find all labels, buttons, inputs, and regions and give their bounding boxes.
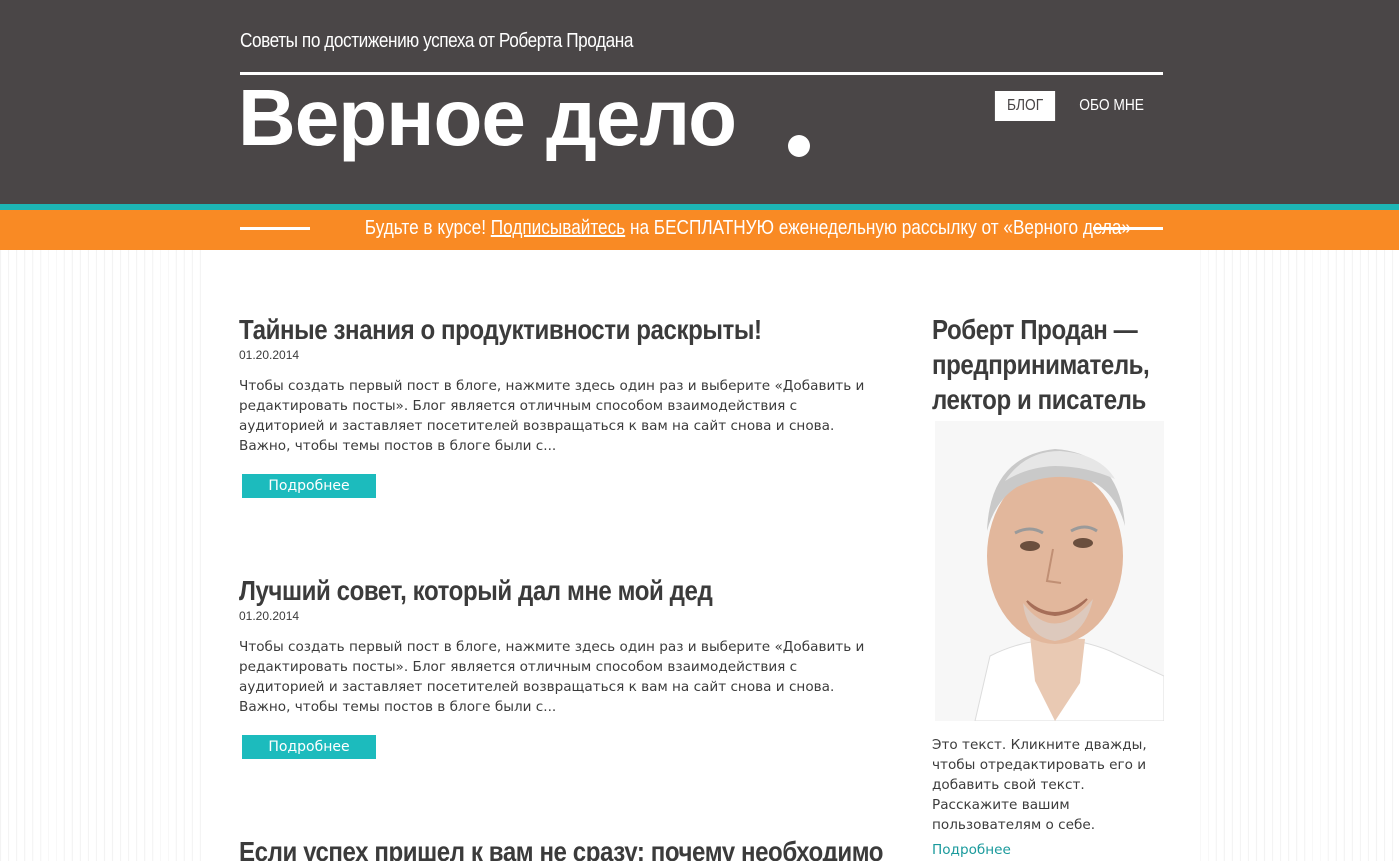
main-nav: БЛОГ ОБО МНЕ [990,91,1163,121]
post-title[interactable]: Тайные знания о продуктивности раскрыты! [239,314,781,346]
blog-post: Если успех пришел к вам не сразу: почему… [239,836,884,861]
site-title[interactable]: Верное дело [238,78,737,158]
post-date: 01.20.2014 [239,348,300,362]
nav-item-about[interactable]: ОБО МНЕ [1067,91,1156,121]
sidebar-more-link[interactable]: Подробнее [932,842,1166,858]
blog-post: Тайные знания о продуктивности раскрыты!… [239,314,869,498]
post-excerpt: Чтобы создать первый пост в блоге, нажми… [239,639,865,715]
post-title[interactable]: Лучший совет, который дал мне мой дед [239,575,781,607]
banner-line-right [1093,227,1163,230]
author-sidebar: Роберт Продан — предприниматель, лектор … [932,312,1166,858]
sidebar-text: Это текст. Кликните дважды, чтобы отреда… [932,737,1147,833]
banner-text-before: Будьте в курсе! [364,217,491,239]
author-portrait-icon [935,421,1164,721]
read-more-button[interactable]: Подробнее [242,474,376,498]
read-more-button[interactable]: Подробнее [242,735,376,759]
post-date: 01.20.2014 [239,609,300,623]
banner-text: Будьте в курсе! Подписывайтесь на БЕСПЛА… [364,217,1131,240]
title-dot-icon [788,135,810,157]
subscribe-link[interactable]: Подписывайтесь [491,217,625,239]
blog-post: Лучший совет, который дал мне мой дед 01… [239,575,869,759]
nav-item-blog[interactable]: БЛОГ [994,91,1055,121]
subscribe-banner: Будьте в курсе! Подписывайтесь на БЕСПЛА… [0,210,1399,250]
site-header: Советы по достижению успеха от Роберта П… [0,0,1399,204]
main-content: Тайные знания о продуктивности раскрыты!… [204,250,1194,861]
banner-text-after: на БЕСПЛАТНУЮ еженедельную рассылку от «… [625,217,1132,239]
post-excerpt: Чтобы создать первый пост в блоге, нажми… [239,378,865,454]
banner-line-left [240,227,310,230]
site-tagline: Советы по достижению успеха от Роберта П… [240,30,633,52]
post-title[interactable]: Если успех пришел к вам не сразу: почему… [239,836,884,861]
author-photo [935,421,1164,721]
sidebar-title: Роберт Продан — предприниматель, лектор … [932,314,1150,415]
